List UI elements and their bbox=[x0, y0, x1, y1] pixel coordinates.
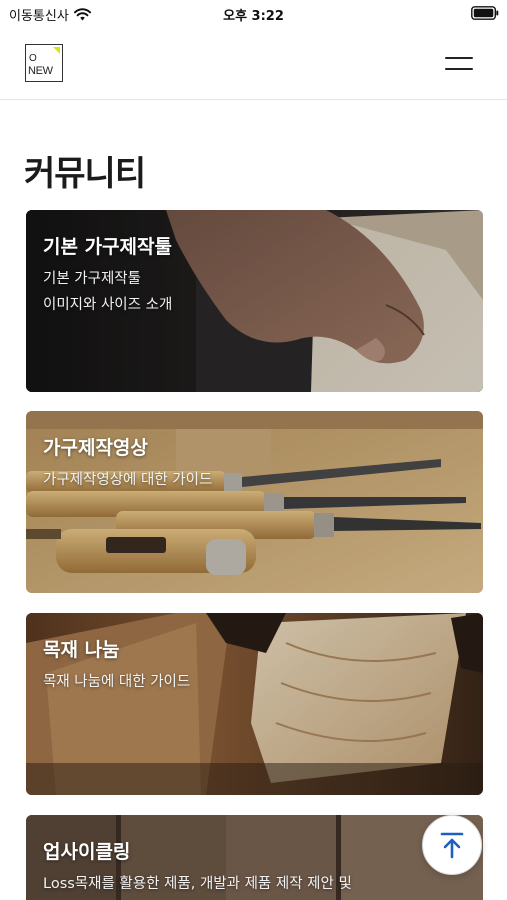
logo-accent-mark bbox=[53, 47, 60, 54]
card-title: 업사이클링 bbox=[43, 841, 131, 863]
arrow-up-to-top-icon bbox=[440, 832, 464, 859]
category-card-furniture-video[interactable]: 가구제작영상 가구제작영상에 대한 가이드 bbox=[26, 411, 483, 593]
hamburger-menu-icon-line-top bbox=[445, 57, 473, 59]
category-card-upcycling[interactable]: 업사이클링 Loss목재를 활용한 제품, 개발과 제품 제작 제안 및 bbox=[26, 815, 483, 900]
brand-logo[interactable]: O NEW bbox=[25, 44, 63, 82]
hamburger-menu-icon-line-bottom bbox=[445, 68, 473, 70]
card-description-line-1: 가구제작영상에 대한 가이드 bbox=[43, 472, 213, 488]
category-card-basic-tools[interactable]: 기본 가구제작툴 기본 가구제작툴 이미지와 사이즈 소개 bbox=[26, 210, 483, 392]
card-description-line-2: 이미지와 사이즈 소개 bbox=[43, 297, 173, 313]
battery-icon bbox=[471, 6, 499, 20]
status-bar: 이동통신사 오후 3:22 bbox=[0, 0, 507, 28]
card-title: 기본 가구제작툴 bbox=[43, 236, 172, 258]
logo-text-o: O bbox=[29, 53, 37, 64]
card-title: 목재 나눔 bbox=[43, 639, 120, 661]
page-title: 커뮤니티 bbox=[24, 154, 146, 194]
category-card-wood-sharing[interactable]: 목재 나눔 목재 나눔에 대한 가이드 bbox=[26, 613, 483, 795]
card-description-line-1: 목재 나눔에 대한 가이드 bbox=[43, 674, 191, 690]
hamburger-menu-button[interactable] bbox=[445, 56, 473, 72]
logo-text-new: NEW bbox=[28, 65, 53, 77]
card-description-line-1: 기본 가구제작툴 bbox=[43, 271, 141, 287]
scroll-to-top-button[interactable] bbox=[422, 815, 482, 875]
app-header: O NEW bbox=[0, 28, 507, 100]
card-description-line-1: Loss목재를 활용한 제품, 개발과 제품 제작 제안 및 bbox=[43, 876, 352, 892]
card-title: 가구제작영상 bbox=[43, 437, 148, 459]
status-time: 오후 3:22 bbox=[223, 9, 284, 24]
